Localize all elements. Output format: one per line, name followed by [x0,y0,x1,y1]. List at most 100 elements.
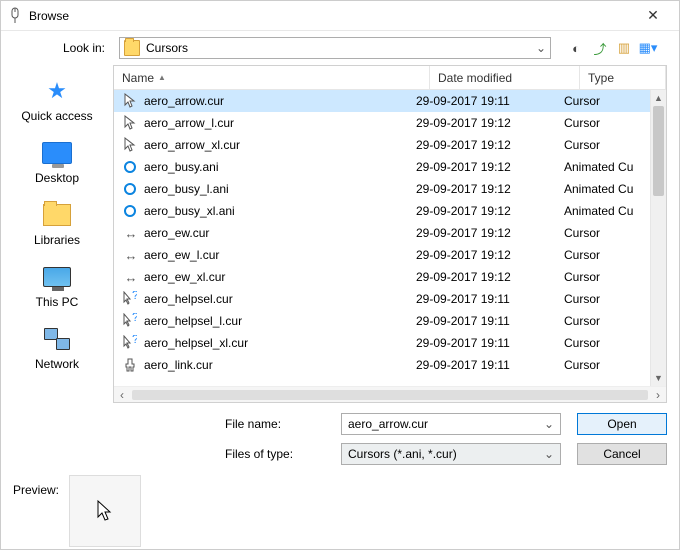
column-headers: Name▲ Date modified Type [114,66,666,90]
file-date: 29-09-2017 19:12 [416,226,558,240]
filename-row: File name: aero_arrow.cur ⌄ Open [113,409,679,439]
scroll-left-icon[interactable]: ‹ [114,388,130,402]
back-icon[interactable]: ◐ [567,39,585,57]
chevron-down-icon: ⌄ [544,447,554,461]
file-row[interactable]: ↔aero_ew.cur29-09-2017 19:12Cursor [114,222,650,244]
lookin-value: Cursors [146,41,536,55]
file-type: Animated Cu [564,204,642,218]
browse-dialog: Browse ✕ Look in: Cursors ⌄ ◐ ⤴ ▥ ▦▾ ★ Q… [0,0,680,550]
scroll-right-icon[interactable]: › [650,388,666,402]
hscroll-track[interactable] [132,390,648,400]
file-name: aero_helpsel.cur [144,292,410,306]
file-row[interactable]: ?aero_helpsel_l.cur29-09-2017 19:11Curso… [114,310,650,332]
file-date: 29-09-2017 19:12 [416,138,558,152]
file-row[interactable]: aero_arrow_xl.cur 29-09-2017 19:12 Cursor [114,134,650,156]
file-list[interactable]: aero_arrow.cur29-09-2017 19:11Cursoraero… [114,90,650,386]
filename-input[interactable]: aero_arrow.cur ⌄ [341,413,561,435]
file-row[interactable]: ↔aero_ew_xl.cur29-09-2017 19:12Cursor [114,266,650,288]
file-type: Cursor [564,226,642,240]
file-row[interactable]: aero_busy_xl.ani 29-09-2017 19:12 Animated… [114,200,650,222]
file-type: Cursor [564,336,642,350]
file-date: 29-09-2017 19:12 [416,248,558,262]
filetype-label: Files of type: [225,447,331,461]
file-row[interactable]: ?aero_helpsel_xl.cur29-09-2017 19:11Curs… [114,332,650,354]
file-type-icon: ↔ [122,247,138,263]
folder-icon [124,40,140,56]
preview-row: Preview: [1,469,679,549]
file-type-icon [122,137,138,153]
file-name: aero_arrow.cur [144,94,410,108]
place-quick-access[interactable]: ★ Quick access [1,71,113,131]
file-type-icon: ? [122,313,138,329]
file-date: 29-09-2017 19:12 [416,116,558,130]
file-name: aero_ew_l.cur [144,248,410,262]
vertical-scrollbar[interactable]: ▲ ▼ [650,90,666,386]
file-date: 29-09-2017 19:11 [416,292,558,306]
file-type: Cursor [564,358,642,372]
file-date: 29-09-2017 19:11 [416,358,558,372]
file-row[interactable]: aero_busy.ani 29-09-2017 19:12 Animated Cu [114,156,650,178]
file-type: Cursor [564,314,642,328]
column-name[interactable]: Name▲ [114,66,430,89]
file-date: 29-09-2017 19:12 [416,160,558,174]
up-one-level-icon[interactable]: ⤴ [591,39,609,57]
window-title: Browse [29,9,633,23]
scroll-down-icon[interactable]: ▼ [651,370,666,386]
file-row[interactable]: aero_arrow.cur29-09-2017 19:11Cursor [114,90,650,112]
place-this-pc[interactable]: This PC [1,257,113,317]
file-type: Cursor [564,138,642,152]
svg-text:?: ? [132,313,137,324]
file-date: 29-09-2017 19:11 [416,314,558,328]
column-date-modified[interactable]: Date modified [430,66,580,89]
file-type: Cursor [564,292,642,306]
file-row[interactable]: aero_busy_l.ani29-09-2017 19:12Animated … [114,178,650,200]
file-name: aero_ew.cur [144,226,410,240]
open-button[interactable]: Open [577,413,667,435]
place-libraries[interactable]: Libraries [1,195,113,255]
chevron-down-icon: ⌄ [536,41,546,55]
file-name: aero_busy.ani [144,160,410,174]
file-name: aero_busy_xl.ani [144,204,410,218]
filetype-row: Files of type: Cursors (*.ani, *.cur) ⌄ … [113,439,679,469]
view-menu-icon[interactable]: ▦▾ [639,39,657,57]
cancel-button[interactable]: Cancel [577,443,667,465]
scroll-thumb[interactable] [653,106,664,196]
lookin-combo[interactable]: Cursors ⌄ [119,37,551,59]
place-network[interactable]: Network [1,319,113,379]
column-type[interactable]: Type [580,66,666,89]
file-name: aero_arrow_xl.cur [144,138,410,152]
places-bar: ★ Quick access Desktop Libraries This PC… [1,65,113,469]
sort-asc-icon: ▲ [158,73,166,82]
chevron-down-icon: ⌄ [544,417,554,431]
file-row[interactable]: aero_arrow_l.cur29-09-2017 19:12Cursor [114,112,650,134]
lookin-label: Look in: [1,41,113,55]
file-name: aero_arrow_l.cur [144,116,410,130]
new-folder-icon[interactable]: ▥ [615,39,633,57]
file-type-icon [122,159,138,175]
svg-text:?: ? [132,335,137,346]
file-date: 29-09-2017 19:12 [416,182,558,196]
scroll-up-icon[interactable]: ▲ [651,90,666,106]
file-row[interactable]: ?aero_helpsel.cur29-09-2017 19:11Cursor [114,288,650,310]
file-row[interactable]: ↔aero_ew_l.cur29-09-2017 19:12Cursor [114,244,650,266]
file-type-icon [122,357,138,373]
file-date: 29-09-2017 19:12 [416,204,558,218]
filetype-combo[interactable]: Cursors (*.ani, *.cur) ⌄ [341,443,561,465]
file-date: 29-09-2017 19:12 [416,270,558,284]
file-type-icon: ? [122,335,138,351]
this-pc-icon [43,267,71,287]
file-type-icon [122,181,138,197]
file-type: Animated Cu [564,160,642,174]
network-icon [44,328,70,350]
star-icon: ★ [47,78,67,104]
file-row[interactable]: aero_link.cur29-09-2017 19:11Cursor [114,354,650,376]
place-desktop[interactable]: Desktop [1,133,113,193]
file-name: aero_ew_xl.cur [144,270,410,284]
titlebar: Browse ✕ [1,1,679,31]
app-icon [7,8,23,24]
file-type-icon [122,115,138,131]
horizontal-scrollbar[interactable]: ‹ › [114,386,666,402]
preview-box [69,475,141,547]
close-icon[interactable]: ✕ [633,7,673,24]
file-type-icon [122,203,138,219]
